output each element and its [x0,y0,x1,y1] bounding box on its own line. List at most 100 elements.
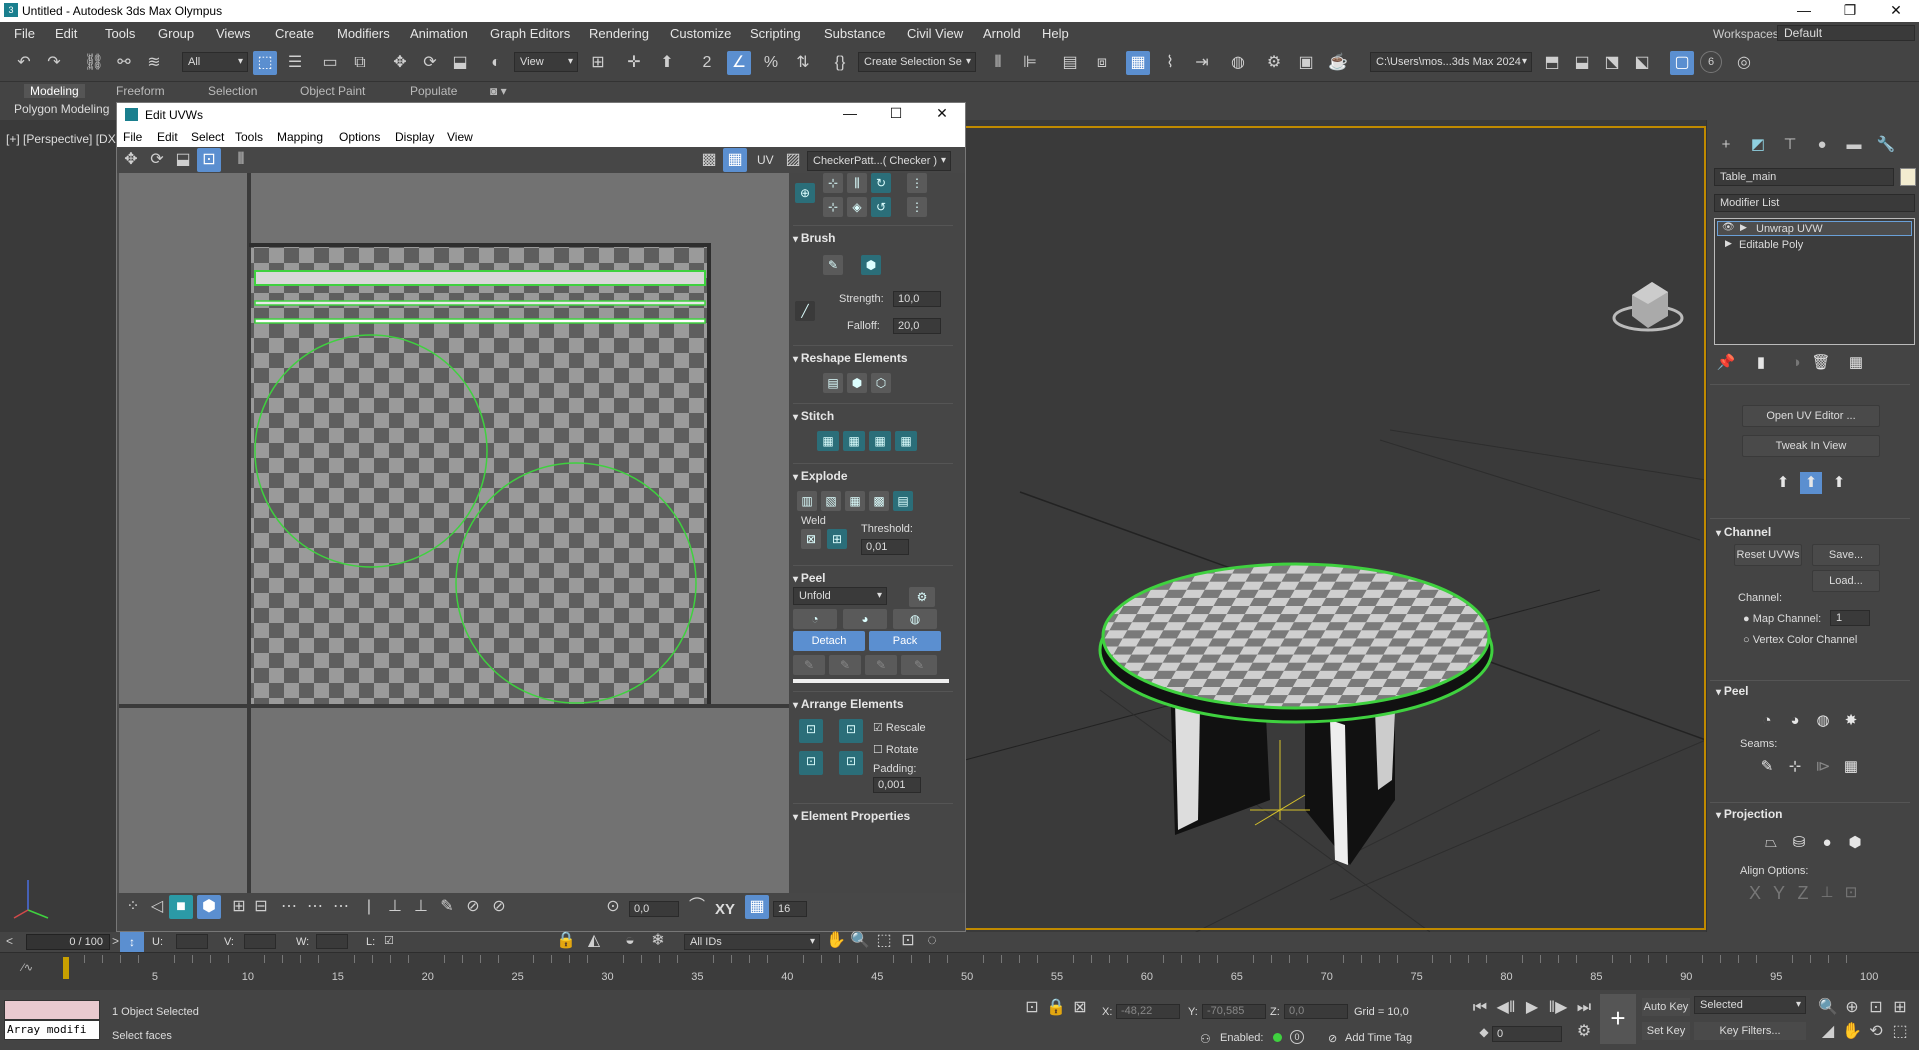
uv-menu-file[interactable]: File [123,130,142,144]
vertex-mode-icon[interactable]: ⬆ [1772,472,1794,494]
tab-object-paint[interactable]: Object Paint [300,84,365,98]
load-uvw-button[interactable]: Load... [1812,570,1880,592]
map-channel-spinner[interactable]: 1 [1830,610,1870,626]
select-by-icon[interactable]: ⊥ [383,895,407,919]
detach-edge-icon[interactable]: ▤ [893,491,913,511]
uv-menu-tools[interactable]: Tools [235,130,263,144]
uv-maximize-button[interactable]: ☐ [873,103,919,127]
show-map-icon[interactable]: ▩ [697,148,721,172]
break-icon[interactable]: ▩ [869,491,889,511]
menu-arnold[interactable]: Arnold [983,26,1021,41]
menu-modifiers[interactable]: Modifiers [337,26,390,41]
unlink-icon[interactable]: ⚯ [112,51,136,75]
pack-together-icon[interactable]: ⊡ [839,751,863,775]
unpin-all-icon[interactable]: ✎ [901,655,937,675]
x-coord-field[interactable]: -48,22 [1116,1004,1180,1019]
tab-selection[interactable]: Selection [208,84,257,98]
scene-explorer-icon[interactable]: ▤ [1058,51,1082,75]
edge-loop-icon[interactable]: ⋯ [329,895,353,919]
strength-spinner[interactable]: 10,0 [893,291,941,307]
maxscript-listener[interactable]: Array modifi [4,1020,100,1040]
polygon-sub-icon[interactable]: ■ [169,895,193,919]
seams-to-faces-icon[interactable]: ▦ [1840,756,1862,778]
timeline-right-arrow[interactable]: > [112,934,119,948]
ribbon-toggle-icon[interactable]: ▦ [1126,51,1150,75]
help-search-icon[interactable]: ◎ [1732,51,1756,75]
flatten-icon[interactable]: ▦ [845,491,865,511]
align-h-icon[interactable]: ⊹ [823,173,843,193]
timeline[interactable]: ⁄∿ 5 10 15 20 25 30 35 40 45 50 55 60 65 70 75 80 85 90 95… [0,952,1919,990]
uv-menu-display[interactable]: Display [395,130,434,144]
select-by-name-icon[interactable]: ☰ [283,51,307,75]
peel-rollout-header-uv[interactable]: Peel [793,571,953,585]
add-time-tag-icon[interactable]: ⊘ [1328,1032,1337,1045]
menu-graph-editors[interactable]: Graph Editors [490,26,570,41]
convert-seam-icon[interactable]: ⧐ [1812,756,1834,778]
menu-substance[interactable]: Substance [824,26,885,41]
explode-material-icon[interactable]: ▧ [821,491,841,511]
edge-sub-icon[interactable]: ◁ [145,895,169,919]
minimize-button[interactable]: — [1781,0,1827,22]
uv-menu-options[interactable]: Options [339,130,380,144]
track-icon[interactable]: ⁄∿ [22,961,33,974]
bind-spacewarp-icon[interactable]: ≋ [142,51,166,75]
v-field[interactable] [244,934,276,949]
pan-icon[interactable]: ✋ [824,929,848,953]
weld-selected-icon[interactable]: ⊞ [827,529,847,549]
menu-create[interactable]: Create [275,26,314,41]
falloff-spinner[interactable]: 20,0 [893,318,941,334]
play-icon[interactable]: ▶ [1520,996,1544,1020]
set-key-big-button[interactable]: + [1600,994,1636,1044]
relax-settings-icon[interactable]: ⬡ [871,373,891,393]
configure-sets-icon[interactable]: ▦ [1845,352,1867,374]
pelt-map-icon[interactable]: ◍ [1812,710,1834,732]
new-project-icon[interactable]: ⬔ [1600,51,1624,75]
uv-label[interactable]: UV [757,153,774,167]
link-icon[interactable]: ⛓ [82,51,106,75]
map-channel-radio[interactable]: ● Map Channel: [1743,613,1821,625]
maxscript-listener-top[interactable] [4,1000,100,1020]
keyboard-shortcut-icon[interactable]: ⬆ [655,51,679,75]
window-crossing-icon[interactable]: ⧉ [348,51,372,75]
time-slider[interactable]: 0 / 100 [26,934,110,950]
space-h-icon[interactable]: ⫼ [847,173,867,193]
element-properties-header[interactable]: Element Properties [793,809,953,823]
open-uv-editor-button[interactable]: Open UV Editor ... [1742,405,1880,427]
ref-coord-dropdown[interactable]: View [514,52,578,72]
modifier-list-dropdown[interactable]: Modifier List [1714,194,1915,212]
uv-close-button[interactable]: ✕ [919,103,965,127]
add-time-tag-link[interactable]: Add Time Tag [1345,1032,1412,1044]
mirror-icon[interactable]: ⫴ [986,51,1010,75]
menu-scripting[interactable]: Scripting [750,26,801,41]
maximize-button[interactable]: ❐ [1827,0,1873,22]
select-overlap-icon[interactable]: ⊥ [409,895,433,919]
quick-transform-icon[interactable]: ⊕ [795,183,815,203]
hide-icon[interactable]: ◭ [582,929,606,953]
ribbon-options-icon[interactable]: ◙ ▾ [490,84,507,98]
pin-stack-icon[interactable]: 📌 [1715,352,1737,374]
menu-edit[interactable]: Edit [55,26,77,41]
paint-select-icon[interactable]: ✎ [435,895,459,919]
z-coord-field[interactable]: 0,0 [1284,1004,1348,1019]
vp-zoom-icon[interactable]: 🔍 [1816,996,1840,1020]
explode-smoothing-icon[interactable]: ▥ [797,491,817,511]
xy-toggle[interactable]: XY [715,901,735,918]
undo-icon[interactable]: ↶ [12,51,36,75]
element-sub-icon[interactable]: ⬢ [197,895,221,919]
vp-fov-icon[interactable]: ◢ [1816,1020,1840,1044]
angle-icon[interactable]: ⊙ [601,895,625,919]
reshape-rollout-header[interactable]: Reshape Elements [793,351,953,365]
vertex-color-radio[interactable]: ○ Vertex Color Channel [1743,634,1857,646]
stitch-rollout-header[interactable]: Stitch [793,409,953,423]
hierarchy-tab-icon[interactable]: ⊤ [1779,134,1801,156]
vp-zoom-extents-icon[interactable]: ⊡ [1864,996,1888,1020]
uv-scale-icon[interactable]: ⬓ [171,148,195,172]
vp-zoom-extents-all-icon[interactable]: ⊞ [1888,996,1912,1020]
publish-icon[interactable]: ⬕ [1630,51,1654,75]
edit-named-sel-icon[interactable]: {} [828,51,852,75]
object-color-swatch[interactable] [1900,168,1916,186]
grid-a-icon[interactable]: ⋮ [907,173,927,193]
render-setup-icon[interactable]: ⚙ [1262,51,1286,75]
relax-icon[interactable]: ⬢ [847,373,867,393]
vp-maximize-icon[interactable]: ⬚ [1888,1020,1912,1044]
